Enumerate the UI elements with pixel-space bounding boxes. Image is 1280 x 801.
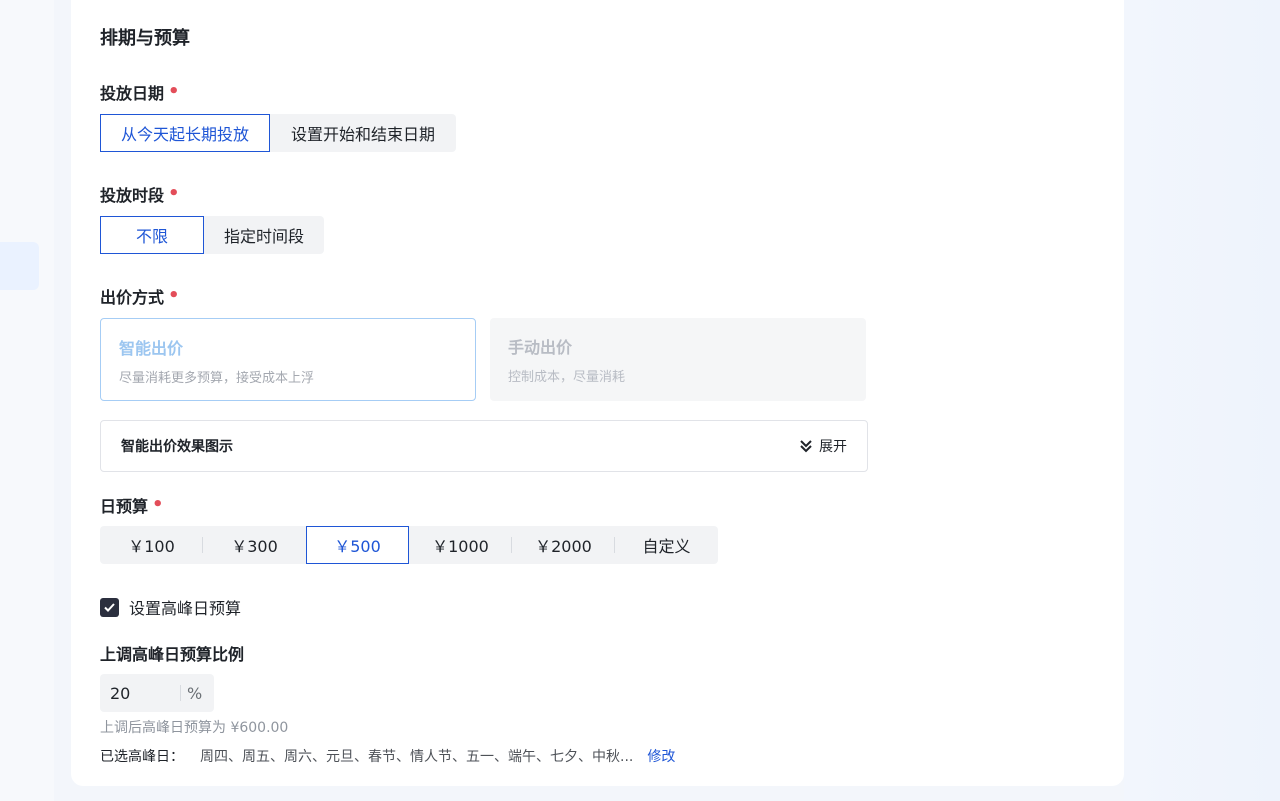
required-mark: • <box>168 183 180 204</box>
daily-budget-selector: ￥100 ￥300 ￥500 ￥1000 ￥2000 自定义 <box>100 526 718 564</box>
double-chevron-down-icon <box>799 439 813 453</box>
budget-option-300[interactable]: ￥300 <box>203 526 306 564</box>
required-mark: • <box>168 285 180 306</box>
smart-bid-effect-title: 智能出价效果图示 <box>121 439 233 455</box>
peak-budget-hint: 上调后高峰日预算为 ¥600.00 <box>100 720 289 736</box>
expand-label: 展开 <box>819 439 847 455</box>
peak-ratio-field: % <box>100 674 214 712</box>
left-sidebar <box>0 0 54 801</box>
budget-option-500[interactable]: ￥500 <box>306 526 409 564</box>
delivery-date-label: 投放日期 • <box>100 80 180 104</box>
delivery-period-label: 投放时段 • <box>100 182 180 206</box>
budget-option-1000[interactable]: ￥1000 <box>409 526 512 564</box>
peak-budget-checkbox-label: 设置高峰日预算 <box>129 599 242 618</box>
peak-budget-checkbox[interactable] <box>100 597 119 617</box>
check-icon <box>104 602 115 612</box>
selected-peak-days-label: 已选高峰日： <box>100 749 184 765</box>
peak-budget-checkbox-row[interactable]: 设置高峰日预算 <box>100 595 241 619</box>
budget-option-2000[interactable]: ￥2000 <box>512 526 615 564</box>
edit-peak-days-link[interactable]: 修改 <box>647 746 675 766</box>
delivery-date-option-longterm[interactable]: 从今天起长期投放 <box>100 114 270 152</box>
ratio-unit: % <box>187 683 203 703</box>
selected-peak-days: 已选高峰日： 周四、周五、周六、元旦、春节、情人节、五一、端午、七夕、中秋...… <box>100 746 675 766</box>
peak-ratio-input[interactable] <box>100 683 180 703</box>
delivery-period-label-text: 投放时段 <box>100 186 165 205</box>
budget-option-100[interactable]: ￥100 <box>100 526 203 564</box>
expand-toggle[interactable]: 展开 <box>799 436 847 456</box>
delivery-date-option-range[interactable]: 设置开始和结束日期 <box>270 114 456 152</box>
bid-smart-title: 智能出价 <box>119 339 184 358</box>
selected-peak-days-value: 周四、周五、周六、元旦、春节、情人节、五一、端午、七夕、中秋... <box>200 749 634 765</box>
delivery-date-label-text: 投放日期 <box>100 84 165 103</box>
budget-option-custom[interactable]: 自定义 <box>615 526 718 564</box>
sidebar-active-item[interactable] <box>0 242 39 290</box>
delivery-period-option-specific[interactable]: 指定时间段 <box>204 216 324 254</box>
delivery-period-selector: 不限 指定时间段 <box>100 216 324 254</box>
daily-budget-label: 日预算 • <box>100 493 164 517</box>
right-panel-background <box>1124 0 1280 801</box>
daily-budget-label-text: 日预算 <box>100 497 149 516</box>
smart-bid-effect-panel: 智能出价效果图示 展开 <box>100 420 868 472</box>
bidding-label-text: 出价方式 <box>100 288 165 307</box>
required-mark: • <box>152 494 164 515</box>
bid-manual-desc: 控制成本，尽量消耗 <box>508 370 626 385</box>
section-title: 排期与预算 <box>100 28 190 49</box>
bidding-label: 出价方式 • <box>100 284 180 308</box>
peak-ratio-label: 上调高峰日预算比例 <box>100 645 245 664</box>
delivery-date-selector: 从今天起长期投放 设置开始和结束日期 <box>100 114 456 152</box>
bid-smart-desc: 尽量消耗更多预算，接受成本上浮 <box>119 371 315 386</box>
delivery-period-option-unlimited[interactable]: 不限 <box>100 216 204 254</box>
bid-manual-title: 手动出价 <box>508 338 573 357</box>
bid-option-manual[interactable]: 手动出价 控制成本，尽量消耗 <box>490 318 866 401</box>
required-mark: • <box>168 81 180 102</box>
bid-option-smart[interactable]: 智能出价 尽量消耗更多预算，接受成本上浮 <box>100 318 476 401</box>
